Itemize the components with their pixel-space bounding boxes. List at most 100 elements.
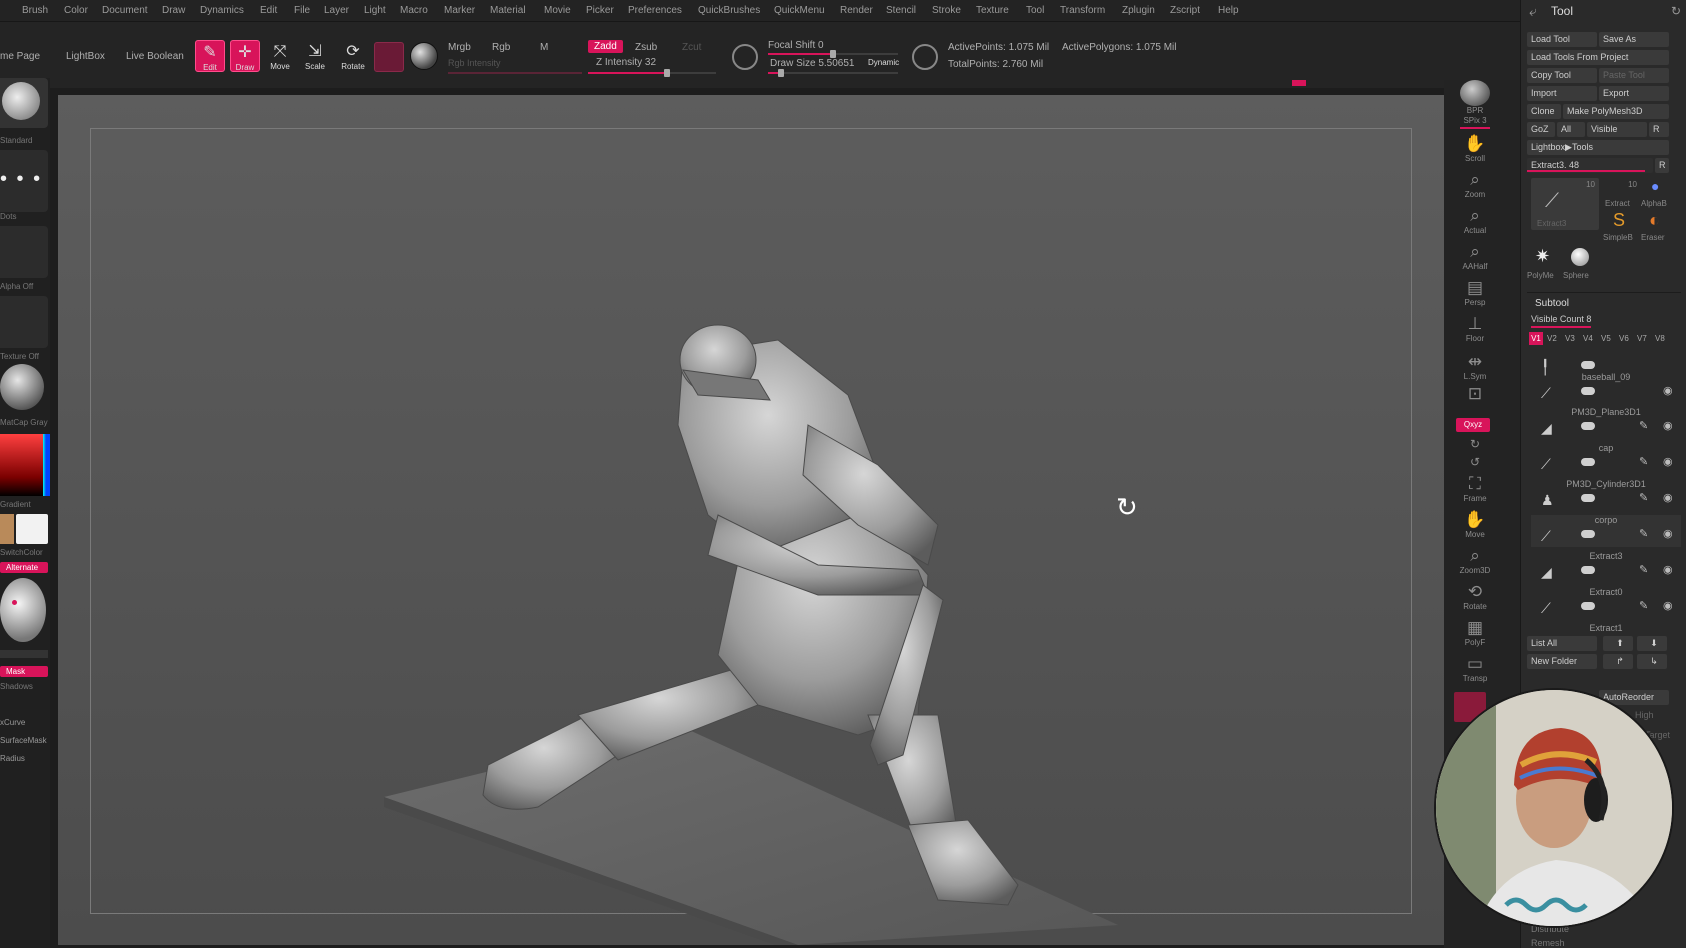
goz-visible-button[interactable]: Visible — [1587, 122, 1647, 137]
move-up-button[interactable]: ⬆ — [1603, 636, 1633, 651]
export-button[interactable]: Export — [1599, 86, 1669, 101]
zsub-button[interactable]: Zsub — [635, 42, 657, 53]
palette-refresh-icon[interactable]: ↻ — [1671, 4, 1681, 18]
focal-shift-icon[interactable] — [732, 44, 758, 70]
subtool-row-pm3d-cylinder3d1[interactable]: PM3D_Cylinder3D1 ♟ ✎ ◉ — [1531, 479, 1681, 511]
switch-color-button[interactable]: SwitchColor — [0, 548, 50, 557]
tool-thumbnail-extract3[interactable]: 10 ⟋ Extract3 — [1531, 178, 1599, 230]
subtool-toggle[interactable] — [1581, 361, 1595, 369]
menu-tool[interactable]: Tool — [1026, 5, 1044, 16]
color-picker[interactable] — [0, 434, 50, 496]
menu-preferences[interactable]: Preferences — [628, 5, 682, 16]
brush-icon[interactable]: ✎ — [1639, 455, 1648, 468]
rgb-intensity-slider[interactable] — [448, 72, 582, 74]
goz-r-button[interactable]: R — [1649, 122, 1669, 137]
zoom3d-button[interactable]: ⌕ Zoom3D — [1452, 546, 1498, 578]
polyf-button[interactable]: ▦ PolyF — [1452, 618, 1498, 650]
menu-macro[interactable]: Macro — [400, 5, 428, 16]
brush-icon[interactable]: ✎ — [1639, 527, 1648, 540]
edit-button[interactable]: ✎ Edit — [195, 40, 225, 72]
menu-quickmenu[interactable]: QuickMenu — [774, 5, 825, 16]
subtool-toggle[interactable] — [1581, 566, 1595, 574]
version-v1-button[interactable]: V1 — [1529, 332, 1543, 345]
secondary-color-swatch[interactable] — [0, 514, 14, 544]
list-all-button[interactable]: List All — [1527, 636, 1597, 651]
menu-dynamics[interactable]: Dynamics — [200, 5, 244, 16]
menu-zplugin[interactable]: Zplugin — [1122, 5, 1155, 16]
clone-button[interactable]: Clone — [1527, 104, 1561, 119]
menu-render[interactable]: Render — [840, 5, 873, 16]
menu-file[interactable]: File — [294, 5, 310, 16]
eye-icon[interactable]: ◉ — [1663, 599, 1673, 612]
draw-mode-icon[interactable] — [912, 44, 938, 70]
tool-thumbnail-alphab[interactable]: ● AlphaB — [1641, 178, 1675, 208]
stroke-thumbnail[interactable]: • • • — [0, 150, 48, 212]
folder-action-button[interactable]: ↱ — [1603, 654, 1633, 669]
tool-thumbnail-simpleb[interactable]: S SimpleB — [1603, 210, 1639, 242]
save-as-button[interactable]: Save As — [1599, 32, 1669, 47]
curve-button[interactable]: xCurve — [0, 718, 50, 727]
load-tools-from-project-button[interactable]: Load Tools From Project — [1527, 50, 1669, 65]
aahalf-button[interactable]: ⌕ AAHalf — [1452, 242, 1498, 274]
brush-thumbnail[interactable] — [0, 78, 48, 128]
subtool-toggle[interactable] — [1581, 602, 1595, 610]
surface-mask-button[interactable]: SurfaceMask — [0, 736, 50, 745]
material-sphere-icon[interactable] — [410, 42, 438, 70]
subtool-name-extract1[interactable]: Extract1 — [1531, 623, 1681, 633]
mask-button[interactable]: Mask — [0, 666, 48, 677]
material-thumbnail[interactable] — [0, 364, 44, 410]
menu-quickbrushes[interactable]: QuickBrushes — [698, 5, 760, 16]
subtool-toggle[interactable] — [1581, 387, 1595, 395]
remesh-button[interactable]: Remesh — [1531, 938, 1565, 948]
eye-icon[interactable]: ◉ — [1663, 491, 1673, 504]
radius-button[interactable]: Radius — [0, 754, 50, 763]
alpha-thumbnail[interactable] — [0, 226, 48, 278]
subtool-toggle[interactable] — [1581, 530, 1595, 538]
menu-light[interactable]: Light — [364, 5, 386, 16]
tool-thumbnail-eraser[interactable]: ◐ Eraser — [1641, 210, 1675, 242]
scroll-button[interactable]: ✋ Scroll — [1452, 134, 1498, 166]
eye-icon[interactable]: ◉ — [1663, 419, 1673, 432]
dynamic-button[interactable]: Dynamic — [868, 58, 899, 67]
paste-tool-button[interactable]: Paste Tool — [1599, 68, 1669, 83]
home-page-button[interactable]: me Page — [0, 51, 40, 62]
subtool-section-title[interactable]: Subtool — [1535, 298, 1569, 309]
palette-pin-icon[interactable]: ⤶ — [1529, 3, 1537, 20]
subtool-row-pm3d-plane3d1[interactable]: PM3D_Plane3D1 ◢ ✎ ◉ — [1531, 407, 1681, 439]
subtool-toggle[interactable] — [1581, 458, 1595, 466]
menu-picker[interactable]: Picker — [586, 5, 614, 16]
tool-thumbnail-polymesh[interactable]: ✷ PolyMe — [1527, 246, 1563, 280]
alternate-button[interactable]: Alternate — [0, 562, 48, 573]
eye-icon[interactable]: ◉ — [1663, 527, 1673, 540]
subtool-row-baseball-09[interactable]: baseball_09 ⟋ ◉ — [1531, 372, 1681, 404]
subtool-row-extract3[interactable]: Extract3 ◢ ✎ ◉ — [1531, 551, 1681, 583]
menu-draw[interactable]: Draw — [162, 5, 185, 16]
subtool-toggle[interactable] — [1581, 422, 1595, 430]
mask-slider[interactable] — [0, 650, 48, 658]
goz-all-button[interactable]: All — [1557, 122, 1585, 137]
version-v6-button[interactable]: V6 — [1619, 334, 1629, 343]
floor-button[interactable]: ⊥ Floor — [1452, 314, 1498, 346]
focal-shift-slider[interactable] — [768, 50, 898, 58]
eye-icon[interactable]: ◉ — [1663, 384, 1673, 397]
goz-button[interactable]: GoZ — [1527, 122, 1555, 137]
scale-button[interactable]: ⇲ Scale — [300, 40, 330, 72]
rotate-button[interactable]: ⟳ Rotate — [338, 40, 368, 72]
eye-icon[interactable]: ◉ — [1663, 455, 1673, 468]
tool-thumbnail-sphere[interactable]: Sphere — [1563, 246, 1599, 280]
main-color-swatch[interactable] — [16, 514, 48, 544]
z-intensity-slider[interactable] — [588, 69, 716, 77]
menu-movie[interactable]: Movie — [544, 5, 571, 16]
brush-icon[interactable]: ✎ — [1639, 563, 1648, 576]
menu-stencil[interactable]: Stencil — [886, 5, 916, 16]
menu-texture[interactable]: Texture — [976, 5, 1009, 16]
zoom-button[interactable]: ⌕ Zoom — [1452, 170, 1498, 202]
menu-brush[interactable]: Brush — [22, 5, 48, 16]
xyz-button[interactable]: Qxyz — [1456, 418, 1490, 432]
subtool-row-cap[interactable]: cap ⟋ ✎ ◉ — [1531, 443, 1681, 475]
brush-icon[interactable]: ✎ — [1639, 599, 1648, 612]
brush-icon[interactable]: ✎ — [1639, 419, 1648, 432]
brush-icon[interactable]: ✎ — [1639, 491, 1648, 504]
folder-action-button-2[interactable]: ↳ — [1637, 654, 1667, 669]
eye-icon[interactable]: ◉ — [1663, 563, 1673, 576]
